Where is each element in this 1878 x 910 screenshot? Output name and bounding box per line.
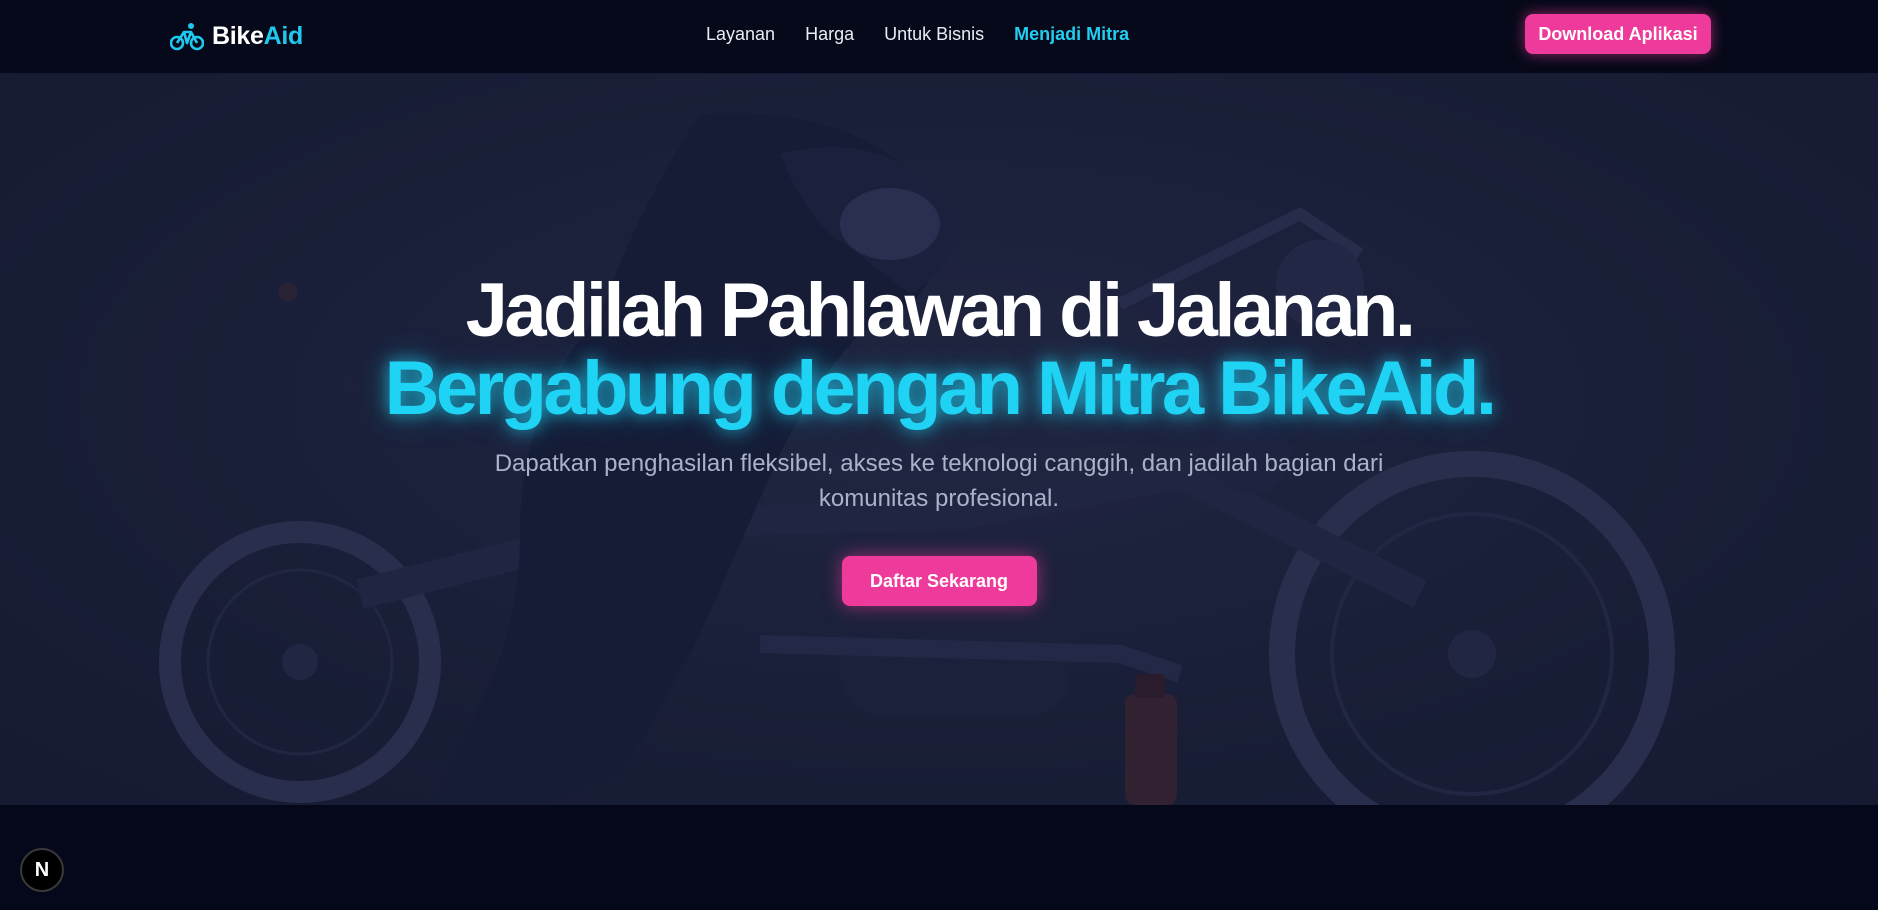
next-section — [0, 805, 1878, 910]
brand-logo[interactable]: BikeAid — [170, 18, 303, 54]
hero-subtitle: Dapatkan penghasilan fleksibel, akses ke… — [494, 450, 1384, 512]
nav-link-harga[interactable]: Harga — [805, 24, 854, 45]
main-nav: Layanan Harga Untuk Bisnis Menjadi Mitra — [706, 24, 1129, 45]
navbar: BikeAid Layanan Harga Untuk Bisnis Menja… — [0, 0, 1878, 74]
hero-title-line2: Bergabung dengan Mitra BikeAid. — [384, 346, 1497, 431]
nav-link-layanan[interactable]: Layanan — [706, 24, 775, 45]
nav-link-menjadi-mitra[interactable]: Menjadi Mitra — [1014, 24, 1129, 45]
hero-section: Jadilah Pahlawan di Jalanan. Bergabung d… — [0, 74, 1878, 805]
brand-name-part1: Bike — [212, 21, 264, 50]
nav-link-untuk-bisnis[interactable]: Untuk Bisnis — [884, 24, 984, 45]
brand-name-part2: Aid — [263, 21, 304, 50]
dev-tools-badge[interactable]: N — [20, 848, 64, 892]
download-app-button[interactable]: Download Aplikasi — [1525, 14, 1711, 54]
register-now-button[interactable]: Daftar Sekarang — [841, 556, 1037, 606]
bicycle-icon — [170, 23, 204, 51]
hero-title: Jadilah Pahlawan di Jalanan. Bergabung d… — [0, 272, 1878, 428]
hero-content: Jadilah Pahlawan di Jalanan. Bergabung d… — [0, 272, 1878, 606]
hero-title-line1: Jadilah Pahlawan di Jalanan. — [465, 268, 1416, 353]
brand-name: BikeAid — [212, 22, 303, 51]
